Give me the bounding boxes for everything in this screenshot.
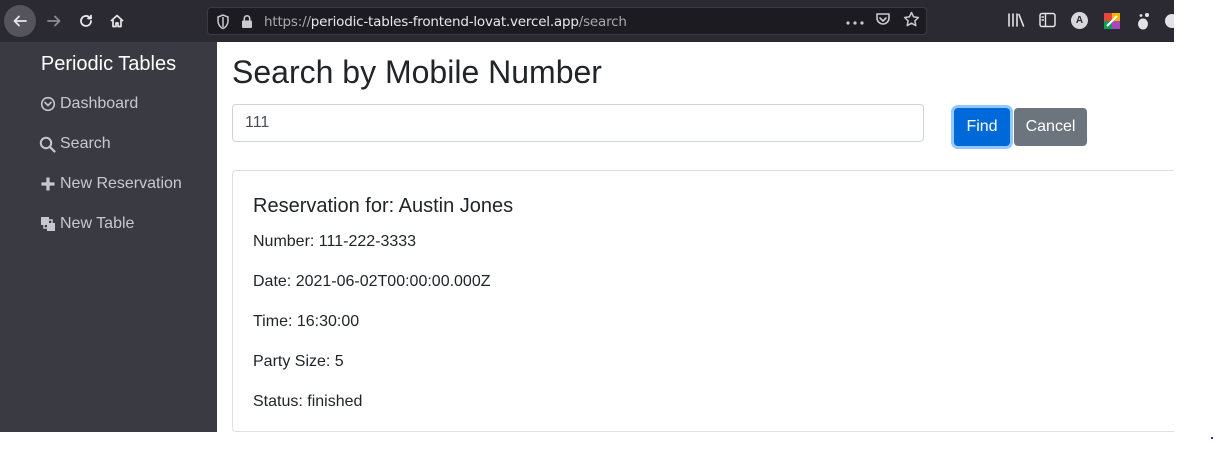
sidebar: Periodic Tables Dashboard Search New Res… — [0, 42, 217, 432]
url-host: periodic-tables-frontend-lovat.vercel.ap… — [310, 14, 579, 30]
bookmark-star-icon[interactable] — [903, 11, 920, 33]
sidebar-item-label: Dashboard — [60, 95, 139, 112]
home-icon — [110, 14, 124, 28]
extension-gnome-icon[interactable] — [1135, 12, 1151, 35]
reservation-status: Status: finished — [253, 393, 363, 410]
main-content: Search by Mobile Number Find Cancel Rese… — [217, 42, 1192, 432]
browser-toolbar: https://periodic-tables-frontend-lovat.v… — [0, 0, 1174, 42]
arrow-right-icon — [47, 15, 61, 27]
cancel-button[interactable]: Cancel — [1014, 108, 1087, 146]
address-bar[interactable]: https://periodic-tables-frontend-lovat.v… — [207, 7, 927, 35]
page-actions-icon[interactable] — [846, 12, 864, 30]
library-icon[interactable] — [1007, 12, 1025, 33]
layers-icon — [39, 216, 56, 233]
url-path: /search — [578, 14, 627, 30]
dashboard-icon — [39, 96, 56, 113]
pocket-icon[interactable] — [875, 11, 891, 32]
tracking-shield-icon[interactable] — [216, 14, 230, 35]
sidebar-item-search[interactable]: Search — [39, 133, 111, 155]
account-avatar[interactable]: A — [1071, 12, 1088, 29]
home-button[interactable] — [101, 5, 133, 37]
sidebar-toggle-icon[interactable] — [1039, 12, 1056, 33]
url-text[interactable]: https://periodic-tables-frontend-lovat.v… — [264, 14, 627, 30]
window-edge — [1174, 0, 1215, 469]
extension-colorful-icon[interactable] — [1103, 12, 1121, 35]
find-button[interactable]: Find — [954, 108, 1010, 146]
reservation-time: Time: 16:30:00 — [253, 313, 360, 330]
stray-pixel — [1211, 437, 1213, 439]
page-title: Search by Mobile Number — [232, 54, 602, 90]
reload-icon — [80, 14, 92, 27]
url-scheme: https:// — [264, 14, 311, 30]
sidebar-item-label: New Reservation — [60, 175, 182, 192]
reservation-date: Date: 2021-06-02T00:00:00.000Z — [253, 273, 491, 290]
search-icon — [39, 136, 56, 153]
sidebar-item-label: New Table — [60, 215, 135, 232]
reservation-card: Reservation for: Austin Jones Number: 11… — [232, 170, 1192, 432]
brand-title[interactable]: Periodic Tables — [0, 52, 217, 76]
reservation-number: Number: 111-222-3333 — [253, 233, 417, 250]
back-button[interactable] — [4, 5, 36, 37]
reservation-title: Reservation for: Austin Jones — [253, 195, 514, 217]
sidebar-item-dashboard[interactable]: Dashboard — [39, 93, 138, 115]
reload-button[interactable] — [70, 5, 102, 37]
sidebar-item-new-reservation[interactable]: New Reservation — [39, 173, 182, 195]
lock-icon[interactable] — [241, 14, 253, 34]
sidebar-item-new-table[interactable]: New Table — [39, 213, 134, 235]
reservation-party-size: Party Size: 5 — [253, 353, 344, 370]
forward-button[interactable] — [38, 5, 70, 37]
sidebar-item-label: Search — [60, 135, 111, 152]
extension-partial-icon[interactable] — [1163, 12, 1174, 30]
arrow-left-icon — [13, 15, 27, 27]
plus-icon — [39, 176, 56, 193]
mobile-number-input[interactable] — [232, 104, 924, 142]
